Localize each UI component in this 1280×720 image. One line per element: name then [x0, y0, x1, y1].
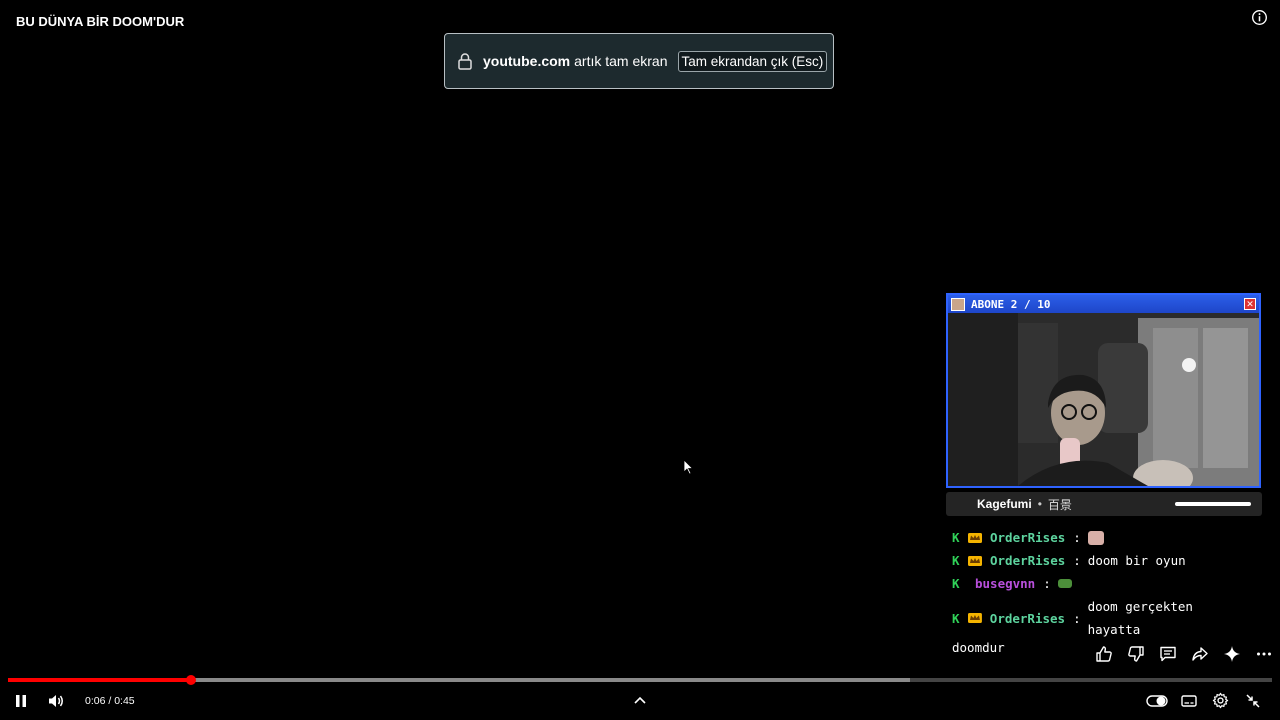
progress-played	[8, 678, 192, 682]
exit-fullscreen-button[interactable]: Tam ekrandan çık (Esc)	[677, 50, 828, 72]
comment-icon	[1160, 646, 1176, 662]
lock-icon	[458, 53, 472, 70]
like-button[interactable]	[1088, 643, 1120, 665]
kick-badge-icon: K	[952, 553, 960, 568]
progress-bar[interactable]	[8, 675, 1272, 685]
share-icon	[1192, 647, 1208, 661]
video-title: BU DÜNYA BİR DOOM'DUR	[16, 14, 185, 29]
chat-text: doom gerçekten hayatta	[1087, 599, 1193, 637]
scrubber-handle[interactable]	[186, 675, 197, 685]
sparkle-icon	[1224, 646, 1240, 662]
crown-badge-icon	[968, 532, 982, 543]
fullscreen-message: artık tam ekran	[574, 53, 668, 69]
now-playing-song: 百景	[1047, 497, 1072, 512]
chat-overlay: K OrderRises : K OrderRises : doom bir o…	[952, 526, 1252, 659]
fullscreen-notification: youtube.com artık tam ekran Tam ekrandan…	[444, 33, 834, 89]
sticker-emoji-icon	[1087, 530, 1104, 545]
more-button[interactable]	[1248, 643, 1280, 665]
comment-button[interactable]	[1152, 643, 1184, 665]
chat-text: doom bir oyun	[1087, 553, 1186, 568]
like-icon	[1096, 646, 1112, 662]
crown-badge-icon	[967, 613, 982, 623]
now-playing-progress	[1175, 502, 1251, 506]
more-icon	[1257, 652, 1271, 656]
duration: 0:45	[114, 695, 135, 707]
turtle-emoji-icon	[1057, 579, 1072, 588]
webcam-overlay-window: ABONE 2 / 10 ✕	[946, 293, 1261, 488]
info-icon[interactable]	[1251, 9, 1268, 26]
close-icon: ✕	[1244, 298, 1256, 310]
chat-username: OrderRises	[990, 530, 1066, 545]
player-controls: 0:06 / 0:45	[0, 688, 1280, 716]
ask-button[interactable]	[1216, 643, 1248, 665]
gear-icon[interactable]	[1212, 692, 1229, 709]
kick-badge-icon: K	[952, 530, 960, 545]
webcam-feed	[948, 313, 1259, 486]
mouse-cursor-icon	[683, 459, 693, 475]
now-playing-artist: Kagefumi	[977, 497, 1032, 511]
fullscreen-domain: youtube.com	[483, 53, 571, 69]
share-button[interactable]	[1184, 643, 1216, 665]
current-time: 0:06	[85, 695, 106, 707]
kick-badge-icon: K	[952, 610, 960, 626]
webcam-scene	[948, 313, 1259, 486]
dislike-button[interactable]	[1120, 643, 1152, 665]
chat-message: K OrderRises : doom gerçekten hayatta	[952, 595, 1252, 641]
autoplay-toggle-icon[interactable]	[1146, 694, 1168, 708]
chevron-up-icon[interactable]	[633, 695, 647, 705]
action-bar	[1088, 643, 1280, 665]
chat-message: K OrderRises :	[952, 526, 1252, 549]
time-separator: /	[108, 695, 112, 707]
streamer-avatar-icon	[951, 297, 965, 311]
time-display: 0:06 / 0:45	[85, 695, 135, 707]
chat-message: K OrderRises : doom bir oyun	[952, 549, 1252, 572]
webcam-titlebar: ABONE 2 / 10 ✕	[948, 295, 1259, 313]
crown-badge-icon	[968, 555, 982, 566]
kick-badge-icon: K	[952, 576, 960, 591]
exit-fullscreen-icon[interactable]	[1245, 693, 1261, 709]
webcam-title: ABONE 2 / 10	[971, 297, 1051, 311]
pause-icon[interactable]	[13, 693, 29, 709]
chat-message: K busegvnn :	[952, 572, 1252, 595]
subtitles-icon[interactable]	[1181, 694, 1197, 708]
dislike-icon	[1128, 646, 1144, 662]
now-playing-bar: Kagefumi • 百景	[946, 492, 1262, 516]
chat-username: busegvnn	[975, 576, 1036, 591]
now-playing-separator: •	[1037, 497, 1042, 511]
chat-username: OrderRises	[989, 610, 1066, 626]
chat-username: OrderRises	[990, 553, 1066, 568]
volume-icon[interactable]	[47, 692, 65, 710]
